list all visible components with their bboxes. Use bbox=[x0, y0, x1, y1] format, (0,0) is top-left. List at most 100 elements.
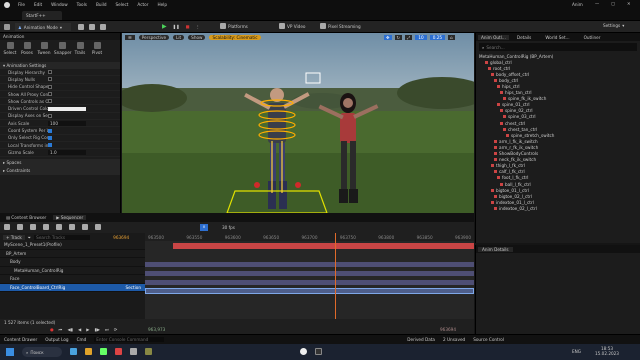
range-end[interactable]: 963694 bbox=[440, 327, 456, 332]
constraints-group[interactable]: ▸ Constraints bbox=[0, 166, 120, 175]
unreal-logo-icon[interactable] bbox=[4, 2, 10, 8]
save-icon[interactable] bbox=[4, 24, 10, 30]
unsaved-button[interactable]: 2 Unsaved bbox=[443, 337, 465, 342]
checkbox[interactable] bbox=[48, 135, 52, 140]
snapper-tool[interactable]: Snapper bbox=[54, 42, 72, 55]
step-back-icon[interactable]: ◀▮ bbox=[67, 327, 73, 332]
app-icon[interactable] bbox=[115, 348, 122, 355]
checkbox[interactable] bbox=[48, 84, 52, 89]
show-button[interactable]: Show bbox=[188, 35, 206, 40]
tab-anim-details[interactable]: Anim Details bbox=[478, 246, 513, 252]
platforms-button[interactable]: Platforms bbox=[220, 23, 248, 29]
more-icon[interactable]: ⋮ bbox=[196, 24, 200, 29]
pause-icon[interactable]: ❚❚ bbox=[173, 24, 180, 29]
checkbox[interactable] bbox=[48, 113, 52, 118]
menu-window[interactable]: Window bbox=[51, 2, 68, 7]
tree-item[interactable]: indextoe_02_l_ctrl bbox=[479, 205, 640, 211]
checkbox[interactable] bbox=[48, 143, 52, 148]
track-row[interactable]: Body bbox=[0, 258, 145, 267]
app-icon[interactable] bbox=[315, 348, 322, 355]
tab-world-settings[interactable]: World Set... bbox=[539, 35, 575, 40]
section-label[interactable]: Section bbox=[125, 285, 141, 290]
play-icon[interactable]: ▶ bbox=[86, 327, 89, 332]
track-search-input[interactable]: Search Tracks bbox=[34, 234, 91, 240]
trails-tool[interactable]: Trails bbox=[73, 42, 87, 55]
add-actor-icon[interactable] bbox=[78, 24, 84, 30]
save-icon[interactable] bbox=[4, 224, 10, 230]
camera-icon[interactable] bbox=[43, 224, 49, 230]
select-tool[interactable]: Select bbox=[3, 42, 17, 55]
console-input[interactable]: Enter Console Command bbox=[94, 337, 165, 342]
checkbox[interactable] bbox=[48, 128, 52, 133]
outliner-search[interactable]: ⌕ Search... bbox=[479, 43, 637, 51]
checkbox[interactable] bbox=[48, 77, 52, 82]
checkbox[interactable] bbox=[48, 70, 52, 75]
track-row-selected[interactable]: Face_ControlBoard_CtrlRig Section bbox=[0, 283, 145, 292]
animation-settings-header[interactable]: ▾ Animation Settings bbox=[0, 62, 120, 69]
render-icon[interactable] bbox=[56, 224, 62, 230]
menu-build[interactable]: Build bbox=[96, 2, 107, 7]
current-frame-field[interactable]: 963694 bbox=[113, 235, 129, 240]
grid-snap-value[interactable]: 10 bbox=[415, 35, 427, 40]
level-viewport[interactable]: ☰ Perspective Lit Show Scalability: Cine… bbox=[122, 33, 474, 215]
scalability-button[interactable]: Scalability: Cinematic bbox=[209, 35, 261, 40]
settings-button[interactable]: Settings ▾ bbox=[603, 23, 624, 28]
outliner-search-input[interactable]: Search... bbox=[486, 45, 504, 50]
app-icon[interactable] bbox=[130, 348, 137, 355]
tab-level[interactable]: StartF++ bbox=[22, 11, 62, 20]
app-icon[interactable] bbox=[70, 348, 77, 355]
track-row[interactable]: Face bbox=[0, 275, 145, 284]
stop-icon[interactable]: ■ bbox=[186, 24, 190, 29]
tab-anim-outliner[interactable]: Anim Outl... bbox=[478, 34, 509, 40]
output-log-button[interactable]: Output Log bbox=[45, 337, 68, 342]
derived-data-button[interactable]: Derived Data bbox=[407, 337, 435, 342]
content-drawer-button[interactable]: Content Drawer bbox=[4, 337, 37, 342]
source-control-button[interactable]: Source Control bbox=[473, 337, 504, 342]
close-button[interactable]: ✕ bbox=[627, 1, 631, 6]
menu-help[interactable]: Help bbox=[157, 2, 167, 7]
camera-speed-icon[interactable]: ⌂ bbox=[448, 35, 455, 40]
playhead[interactable] bbox=[335, 233, 336, 319]
checkbox[interactable] bbox=[48, 92, 52, 97]
taskbar-search[interactable]: ⌕ Поиск bbox=[22, 347, 62, 357]
face-ctrl-section[interactable] bbox=[145, 288, 474, 294]
play-icon[interactable]: ▶ bbox=[162, 23, 167, 30]
app-icon[interactable] bbox=[145, 348, 152, 355]
key-icon[interactable] bbox=[82, 224, 88, 230]
scale-snap-value[interactable]: 0.25 bbox=[429, 35, 446, 40]
spaces-group[interactable]: ▸ Spaces bbox=[0, 158, 120, 167]
tab-outliner[interactable]: Outliner bbox=[578, 35, 607, 40]
axis-scale-field[interactable]: 100 bbox=[48, 120, 86, 126]
rotate-icon[interactable]: ↻ bbox=[394, 35, 403, 40]
menu-file[interactable]: File bbox=[18, 2, 25, 7]
poses-tool[interactable]: Poses bbox=[20, 42, 34, 55]
menu-tools[interactable]: Tools bbox=[77, 2, 87, 7]
minimize-button[interactable]: — bbox=[595, 1, 599, 6]
viewport-menu-button[interactable]: ☰ bbox=[125, 35, 135, 40]
app-icon[interactable] bbox=[100, 348, 107, 355]
sequencer-timeline[interactable]: 963500 963550 963600 963650 963700 96375… bbox=[145, 233, 474, 319]
tab-content-browser[interactable]: ▤ Content Browser bbox=[3, 215, 49, 220]
translate-icon[interactable]: ✥ bbox=[384, 35, 392, 40]
tab-details[interactable]: Details bbox=[511, 35, 538, 40]
face-section[interactable] bbox=[145, 280, 474, 285]
audio-section[interactable] bbox=[173, 243, 474, 249]
mode-dropdown[interactable]: ♟ Animation Mode ▾ bbox=[15, 23, 71, 31]
record-icon[interactable]: ● bbox=[50, 327, 54, 332]
menu-select[interactable]: Select bbox=[115, 2, 128, 7]
unreal-taskbar-icon[interactable] bbox=[300, 348, 307, 355]
snap-icon[interactable]: ∩ bbox=[200, 224, 208, 231]
language-indicator[interactable]: ENG bbox=[572, 349, 581, 354]
to-end-icon[interactable]: ⏭ bbox=[105, 327, 109, 332]
cinematics-icon[interactable] bbox=[100, 24, 106, 30]
rig-section[interactable] bbox=[145, 271, 474, 276]
fps-dropdown[interactable]: 30 fps bbox=[222, 225, 235, 230]
film-icon[interactable] bbox=[30, 224, 36, 230]
cmd-dropdown[interactable]: Cmd bbox=[77, 337, 87, 342]
menu-actor[interactable]: Actor bbox=[137, 2, 148, 7]
pixel-streaming-button[interactable]: Pixel Streaming bbox=[320, 23, 361, 29]
play-reverse-icon[interactable]: ◀ bbox=[78, 327, 81, 332]
app-icon[interactable] bbox=[85, 348, 92, 355]
lit-button[interactable]: Lit bbox=[173, 35, 185, 40]
to-start-icon[interactable]: ⏮ bbox=[59, 327, 63, 332]
